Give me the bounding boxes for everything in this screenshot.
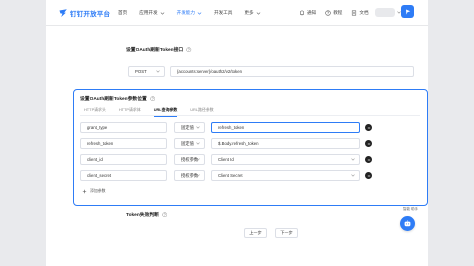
chevron-down-icon bbox=[351, 158, 355, 161]
param-location-panel: 设置OAuth刷新Token参数位置 HTTP请求头 HTTP请求体 URL查询… bbox=[73, 89, 428, 206]
nav-home[interactable]: 首页 bbox=[118, 10, 127, 16]
prev-step-button[interactable]: 上一步 bbox=[244, 228, 267, 238]
logo-text: 钉钉开放平台 bbox=[70, 11, 111, 18]
param-value-text: refresh_token bbox=[218, 125, 245, 130]
remove-param-button[interactable] bbox=[365, 124, 372, 131]
param-name-value: client_secret bbox=[87, 173, 112, 178]
chevron-down-icon bbox=[160, 11, 164, 15]
chevron-down-icon bbox=[256, 11, 260, 15]
param-type-select[interactable]: 授权参数 bbox=[174, 170, 205, 181]
param-panel-title: 设置OAuth刷新Token参数位置 bbox=[80, 95, 155, 102]
chevron-down-icon bbox=[196, 126, 200, 129]
param-value-input[interactable]: $.Body.refresh_token bbox=[211, 138, 360, 149]
param-value-text: $.Body.refresh_token bbox=[218, 141, 259, 146]
param-name-value: client_id bbox=[87, 157, 103, 162]
help-link[interactable]: 教程 bbox=[325, 10, 342, 16]
docs-label: 文档 bbox=[359, 10, 369, 15]
notify-label: 通知 bbox=[307, 10, 317, 15]
user-name-blurred[interactable] bbox=[375, 8, 395, 17]
remove-param-button[interactable] bbox=[365, 172, 372, 179]
param-type-select[interactable]: 固定值 bbox=[174, 138, 205, 149]
param-name-input[interactable]: client_id bbox=[80, 154, 167, 165]
nav-app-dev[interactable]: 应用开发 bbox=[139, 10, 164, 16]
param-value-text: Client Id bbox=[218, 157, 234, 162]
interface-url-value: {accounts:server}/oauth2/v2/token bbox=[177, 69, 242, 74]
next-step-label: 下一步 bbox=[280, 230, 293, 235]
minus-icon bbox=[367, 175, 370, 176]
help-label: 教程 bbox=[333, 10, 343, 15]
param-value-text: Client Secret bbox=[218, 173, 243, 178]
nav-app-dev-label: 应用开发 bbox=[139, 10, 158, 15]
failure-section-title-text: Token失效判断 bbox=[126, 213, 159, 218]
minus-icon bbox=[367, 127, 370, 128]
param-type-value: 固定值 bbox=[181, 124, 194, 130]
interface-section-title: 设置OAuth刷新Token接口 bbox=[126, 46, 192, 53]
remove-param-button[interactable] bbox=[365, 156, 372, 163]
minus-icon bbox=[367, 143, 370, 144]
param-type-value: 固定值 bbox=[181, 140, 194, 146]
chevron-down-icon bbox=[197, 11, 202, 15]
nav-more[interactable]: 更多 bbox=[244, 10, 260, 16]
robot-icon bbox=[404, 220, 411, 227]
assistant-label: 智能 助手 bbox=[403, 207, 418, 211]
param-name-input[interactable]: refresh_token bbox=[80, 138, 167, 149]
logo[interactable]: 钉钉开放平台 bbox=[58, 7, 110, 19]
question-circle-icon[interactable] bbox=[150, 96, 156, 102]
top-right-actions: 通知 教程 文档 bbox=[299, 10, 378, 16]
question-circle-icon[interactable] bbox=[186, 47, 192, 53]
question-circle-icon bbox=[325, 10, 331, 16]
nav-more-label: 更多 bbox=[244, 10, 254, 15]
question-circle-icon[interactable] bbox=[162, 212, 168, 218]
param-name-value: grant_type bbox=[87, 125, 108, 130]
app-icon bbox=[405, 9, 410, 15]
nav-dev-tools-label: 开发工具 bbox=[213, 10, 233, 15]
plus-icon bbox=[82, 189, 87, 193]
main-nav: 首页 应用开发 开发能力 开发工具 更多 bbox=[118, 10, 273, 16]
failure-section-title: Token失效判断 bbox=[126, 211, 168, 218]
nav-capabilities[interactable]: 开发能力 bbox=[177, 10, 202, 16]
bell-icon bbox=[300, 10, 304, 16]
param-value-input[interactable]: refresh_token bbox=[211, 122, 360, 133]
document-icon bbox=[352, 10, 357, 16]
nav-dev-tools[interactable]: 开发工具 bbox=[214, 10, 232, 16]
nav-home-label: 首页 bbox=[118, 10, 128, 15]
app-window: 钉钉开放平台 首页 应用开发 开发能力 开发工具 更多 通知 教程 文档 设置O… bbox=[46, 0, 428, 266]
interface-section-title-text: 设置OAuth刷新Token接口 bbox=[126, 48, 184, 53]
prev-step-label: 上一步 bbox=[249, 230, 262, 235]
assistant-float-button[interactable] bbox=[400, 216, 415, 231]
interface-url-input[interactable]: {accounts:server}/oauth2/v2/token bbox=[170, 66, 414, 77]
minus-icon bbox=[367, 159, 370, 160]
top-navbar: 钉钉开放平台 首页 应用开发 开发能力 开发工具 更多 通知 教程 文档 bbox=[46, 0, 428, 26]
method-value: POST bbox=[135, 69, 147, 74]
param-panel-title-text: 设置OAuth刷新Token参数位置 bbox=[80, 97, 147, 102]
param-value-select[interactable]: Client Secret bbox=[211, 170, 360, 181]
chevron-down-icon bbox=[156, 70, 160, 73]
add-param-label: 添加参数 bbox=[90, 188, 106, 193]
chevron-down-icon bbox=[196, 142, 200, 145]
chevron-down-icon bbox=[351, 174, 355, 177]
docs-link[interactable]: 文档 bbox=[351, 10, 369, 16]
nav-capabilities-label: 开发能力 bbox=[176, 10, 195, 15]
chevron-down-icon bbox=[196, 174, 200, 177]
next-step-button[interactable]: 下一步 bbox=[275, 228, 298, 238]
app-avatar[interactable] bbox=[401, 5, 414, 18]
notify-link[interactable]: 通知 bbox=[299, 10, 316, 16]
param-name-value: refresh_token bbox=[87, 141, 114, 146]
remove-param-button[interactable] bbox=[365, 140, 372, 147]
add-param-button[interactable]: 添加参数 bbox=[82, 188, 106, 194]
param-name-input[interactable]: grant_type bbox=[80, 122, 167, 133]
dingtalk-logo-icon bbox=[59, 9, 67, 17]
param-type-select[interactable]: 授权参数 bbox=[174, 154, 205, 165]
param-value-select[interactable]: Client Id bbox=[211, 154, 360, 165]
param-name-input[interactable]: client_secret bbox=[80, 170, 167, 181]
param-type-select[interactable]: 固定值 bbox=[174, 122, 205, 133]
tabs-divider bbox=[80, 115, 420, 116]
chevron-down-icon bbox=[196, 158, 200, 161]
method-select[interactable]: POST bbox=[128, 66, 165, 77]
